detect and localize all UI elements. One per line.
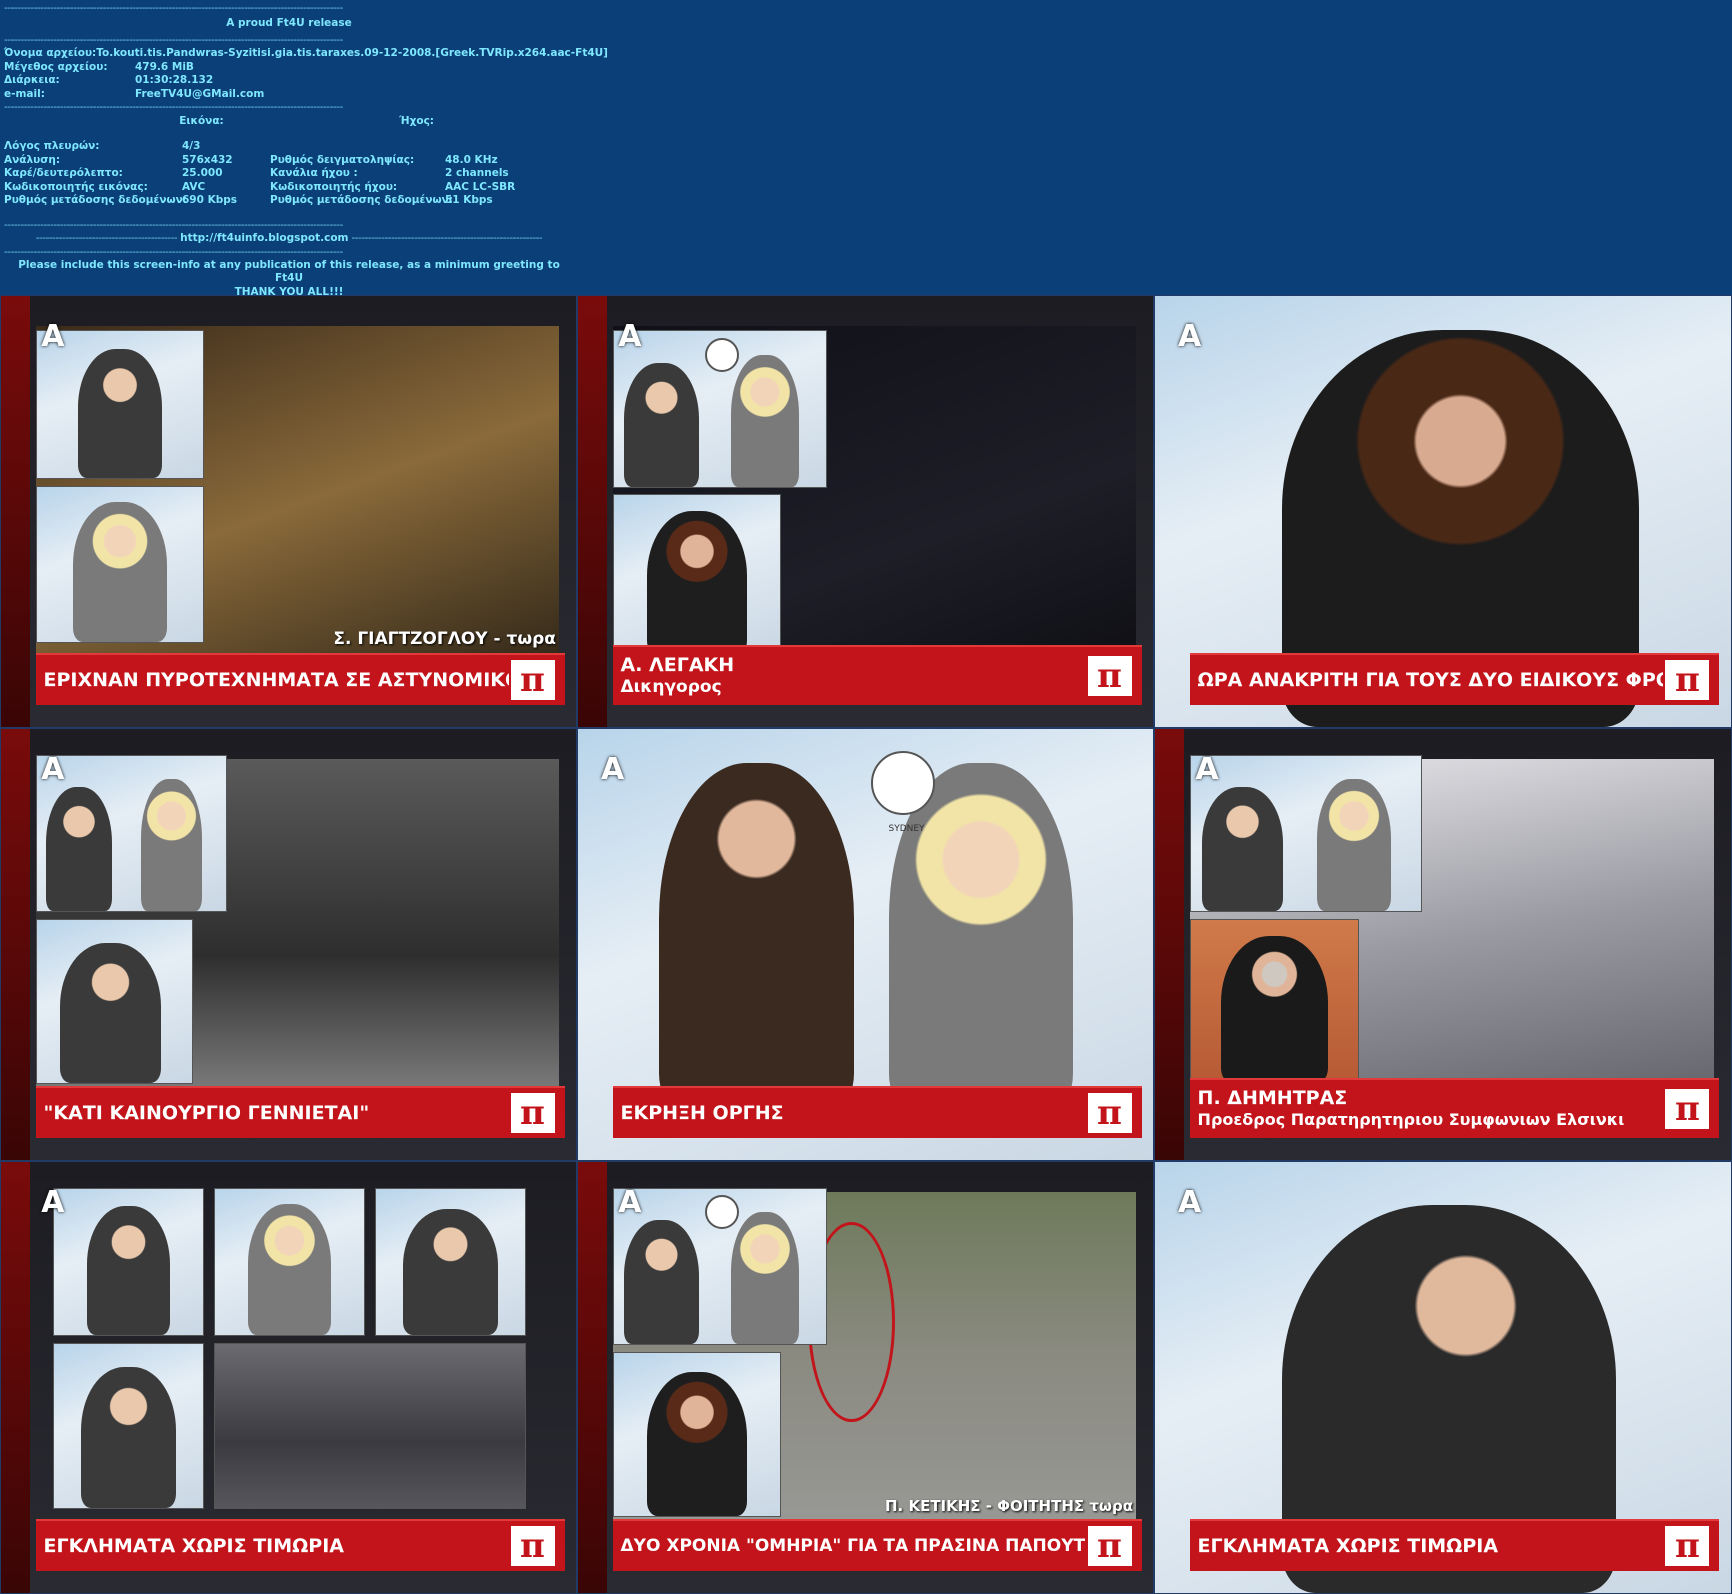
channel-logo-icon: A bbox=[601, 751, 625, 787]
reporter-nameplate: Π. ΚΕΤΙΚΗΣ - ΦΟΙΤΗΤΗΣ τωρα bbox=[884, 1497, 1133, 1515]
channel-logo-icon: A bbox=[1178, 1184, 1202, 1220]
release-title: A proud Ft4U release bbox=[226, 17, 352, 29]
show-logo-icon: π bbox=[1663, 1087, 1712, 1131]
caption-text: ΕΓΚΛΗΜΑΤΑ ΧΩΡΙΣ ΤΙΜΩΡΙΑ bbox=[43, 1535, 344, 1557]
police-scene bbox=[213, 1343, 527, 1509]
show-logo-icon: π bbox=[1085, 1524, 1134, 1568]
clock-icon bbox=[704, 337, 739, 372]
guest-inset bbox=[612, 1351, 782, 1518]
show-logo-icon: π bbox=[1663, 658, 1712, 702]
audio-header: Ήχος: bbox=[399, 115, 435, 128]
guest-name: Α. ΛΕΓΑΚΗ bbox=[620, 654, 735, 676]
divider: ----------------------------------------… bbox=[4, 101, 343, 114]
guest-title: Προεδρος Παρατηρητηριου Συμφωνιων Ελσινκ… bbox=[1197, 1110, 1625, 1129]
lower-third: ΕΡΙΧΝΑΝ ΠΥΡΟΤΕΧΝΗΜΑΤΑ ΣΕ ΑΣΤΥΝΟΜΙΚΟΥΣ π bbox=[35, 653, 565, 705]
info-row-duration: Διάρκεια: 01:30:28.132 bbox=[4, 74, 214, 87]
channel-logo-icon: A bbox=[618, 318, 642, 354]
anchors-inset bbox=[612, 330, 828, 488]
video-thumbnail: A ΩΡΑ ΑΝΑΚΡΙΤΗ ΓΙΑ ΤΟΥΣ ΔΥΟ ΕΙΔΙΚΟΥΣ ΦΡΟ… bbox=[1154, 295, 1732, 728]
lower-third: "ΚΑΤΙ ΚΑΙΝΟΥΡΓΙΟ ΓΕΝΝΙΕΤΑΙ" π bbox=[35, 1086, 565, 1138]
thumbnail-grid: A Σ. ΓΙΑΓΤΖΟΓΛΟΥ - τωρα ΕΡΙΧΝΑΝ ΠΥΡΟΤΕΧΝ… bbox=[0, 295, 1732, 1594]
female-anchor bbox=[888, 763, 1073, 1109]
caption-text: ΩΡΑ ΑΝΑΚΡΙΤΗ ΓΙΑ ΤΟΥΣ ΔΥΟ ΕΙΔΙΚΟΥΣ ΦΡΟΥΡ… bbox=[1197, 669, 1664, 691]
guest-inset bbox=[374, 1187, 527, 1337]
tech-row: Ανάλυση: 576x432 Ρυθμός δειγματοληψίας: 48.… bbox=[4, 153, 498, 166]
video-thumbnail: A Π. ΚΕΤΙΚΗΣ - ΦΟΙΤΗΤΗΣ τωρα ΔΥΟ ΧΡΟΝΙΑ … bbox=[577, 1161, 1154, 1594]
video-thumbnail: A "ΚΑΤΙ ΚΑΙΝΟΥΡΓΙΟ ΓΕΝΝΙΕΤΑΙ" π bbox=[0, 728, 577, 1161]
tech-row: Κωδικοποιητής εικόνας: AVC Κωδικοποιητής ή… bbox=[4, 180, 516, 193]
anchor-inset bbox=[213, 1187, 366, 1337]
divider: ----------------------------------------… bbox=[4, 245, 343, 258]
divider: ----------------------------------------… bbox=[4, 219, 343, 232]
caption-text: ΕΡΙΧΝΑΝ ΠΥΡΟΤΕΧΝΗΜΑΤΑ ΣΕ ΑΣΤΥΝΟΜΙΚΟΥΣ bbox=[43, 669, 509, 691]
url-row: ----------------------------------------… bbox=[35, 232, 543, 245]
caption-text: ΔΥΟ ΧΡΟΝΙΑ "ΟΜΗΡΙΑ" ΓΙΑ ΤΑ ΠΡΑΣΙΝΑ ΠΑΠΟΥ… bbox=[620, 1536, 1086, 1556]
channel-logo-icon: A bbox=[1195, 751, 1219, 787]
media-headers: Εικόνα: Ήχος: bbox=[4, 115, 574, 128]
caption-text: ΕΓΚΛΗΜΑΤΑ ΧΩΡΙΣ ΤΙΜΩΡΙΑ bbox=[1197, 1535, 1499, 1557]
reporter-nameplate: Σ. ΓΙΑΓΤΖΟΓΛΟΥ - τωρα bbox=[333, 629, 556, 649]
info-row-filename: Όνομα αρχείου: To.kouti.tis.Pandwras-Syzi… bbox=[4, 47, 608, 60]
video-thumbnail: A Α. ΛΕΓΑΚΗ Δικηγορος π bbox=[577, 295, 1154, 728]
caption-text: ΕΚΡΗΞΗ ΟΡΓΗΣ bbox=[620, 1102, 784, 1124]
tech-row: Λόγος πλευρών: 4/3 bbox=[4, 140, 201, 153]
show-logo-icon: π bbox=[1085, 1091, 1134, 1135]
guest-inset bbox=[52, 1343, 205, 1509]
release-info-panel: ----------------------------------------… bbox=[4, 2, 608, 312]
video-thumbnail: A Π. ΔΗΜΗΤΡΑΣ Προεδρος Παρατηρητηριου Συμ… bbox=[1154, 728, 1732, 1161]
anchor-inset bbox=[52, 1187, 205, 1337]
lower-third: Α. ΛΕΓΑΚΗ Δικηγορος π bbox=[612, 645, 1142, 705]
video-thumbnail: SYDNEY A ΕΚΡΗΞΗ ΟΡΓΗΣ π bbox=[577, 728, 1154, 1161]
male-anchor bbox=[658, 763, 854, 1109]
guest-name: Π. ΔΗΜΗΤΡΑΣ bbox=[1197, 1087, 1348, 1109]
guest-inset bbox=[35, 918, 193, 1085]
guest-title: Δικηγορος bbox=[620, 677, 722, 697]
clock-icon bbox=[871, 750, 936, 815]
tech-row: Ρυθμός μετάδοσης δεδομένων: 690 Kbps Ρυθμό… bbox=[4, 194, 493, 207]
blog-link[interactable]: http://ft4uinfo.blogspot.com bbox=[177, 232, 351, 245]
lower-third: ΕΓΚΛΗΜΑΤΑ ΧΩΡΙΣ ΤΙΜΩΡΙΑ π bbox=[35, 1519, 565, 1571]
info-row-email: e-mail: FreeTV4U@GMail.com bbox=[4, 87, 265, 100]
anchor-inset bbox=[35, 485, 205, 643]
show-logo-icon: π bbox=[508, 1091, 557, 1135]
guest-inset bbox=[612, 494, 782, 656]
channel-logo-icon: A bbox=[1178, 318, 1202, 354]
show-logo-icon: π bbox=[508, 1524, 557, 1568]
lower-third: Π. ΔΗΜΗΤΡΑΣ Προεδρος Παρατηρητηριου Συμφω… bbox=[1189, 1078, 1720, 1138]
show-logo-icon: π bbox=[1085, 654, 1134, 698]
channel-logo-icon: A bbox=[41, 751, 65, 787]
lower-third: ΔΥΟ ΧΡΟΝΙΑ "ΟΜΗΡΙΑ" ΓΙΑ ΤΑ ΠΡΑΣΙΝΑ ΠΑΠΟΥ… bbox=[612, 1519, 1142, 1571]
lower-third: ΕΚΡΗΞΗ ΟΡΓΗΣ π bbox=[612, 1086, 1142, 1138]
channel-logo-icon: A bbox=[41, 318, 65, 354]
video-thumbnail: A ΕΓΚΛΗΜΑΤΑ ΧΩΡΙΣ ΤΙΜΩΡΙΑ π bbox=[0, 1161, 577, 1594]
caption-text: "ΚΑΤΙ ΚΑΙΝΟΥΡΓΙΟ ΓΕΝΝΙΕΤΑΙ" bbox=[43, 1102, 370, 1124]
show-logo-icon: π bbox=[508, 658, 557, 702]
lower-third: ΕΓΚΛΗΜΑΤΑ ΧΩΡΙΣ ΤΙΜΩΡΙΑ π bbox=[1189, 1519, 1720, 1571]
video-header: Εικόνα: bbox=[179, 115, 224, 128]
lower-third: ΩΡΑ ΑΝΑΚΡΙΤΗ ΓΙΑ ΤΟΥΣ ΔΥΟ ΕΙΔΙΚΟΥΣ ΦΡΟΥΡ… bbox=[1189, 653, 1720, 705]
channel-logo-icon: A bbox=[618, 1184, 642, 1220]
clock-icon bbox=[704, 1195, 739, 1230]
divider: ----------------------------------------… bbox=[4, 2, 343, 14]
tech-row: Καρέ/δευτερόλεπτο: 25.000 Κανάλια ήχου :2 … bbox=[4, 167, 509, 180]
info-row-filesize: Μέγεθος αρχείου: 479.6 MiB bbox=[4, 60, 194, 73]
show-logo-icon: π bbox=[1663, 1524, 1712, 1568]
video-thumbnail: A Σ. ΓΙΑΓΤΖΟΓΛΟΥ - τωρα ΕΡΙΧΝΑΝ ΠΥΡΟΤΕΧΝ… bbox=[0, 295, 577, 728]
guest-inset bbox=[1189, 918, 1359, 1085]
footer-notice: Please include this screen-info at any p… bbox=[18, 258, 560, 285]
divider: ----------------------------------------… bbox=[4, 34, 343, 47]
video-thumbnail: A ΕΓΚΛΗΜΑΤΑ ΧΩΡΙΣ ΤΙΜΩΡΙΑ π bbox=[1154, 1161, 1732, 1594]
channel-logo-icon: A bbox=[41, 1184, 65, 1220]
clock-city-label: SYDNEY bbox=[888, 823, 925, 834]
